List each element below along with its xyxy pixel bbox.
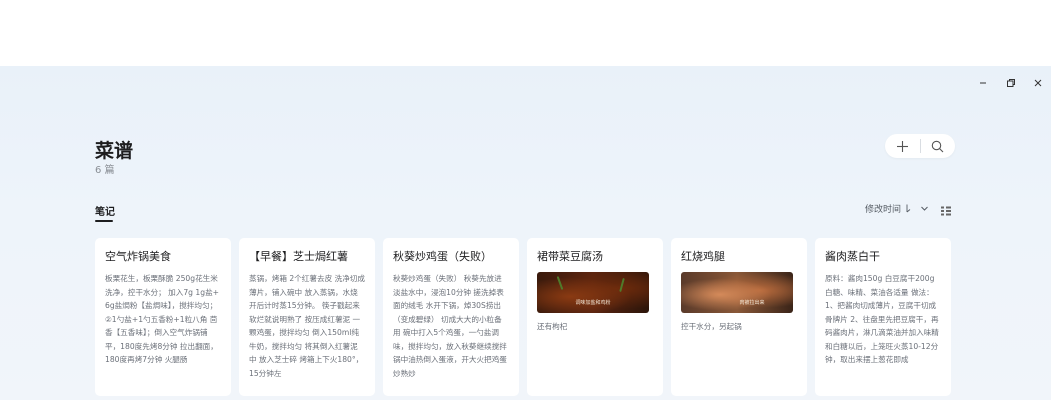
view-mode-button[interactable] xyxy=(940,202,952,216)
note-title: 红烧鸡腿 xyxy=(681,250,725,263)
note-card[interactable]: 红烧鸡腿 肉被拉出来 控干水分，另起锅 xyxy=(671,238,807,396)
minimize-icon xyxy=(980,82,986,84)
garnish-shape xyxy=(619,277,625,293)
notes-app-window: 菜谱 6 篇 笔记 修改时间 空气炸锅美食 板栗花生，板栗酥脆 250g花生米洗… xyxy=(0,66,1051,400)
note-title: 空气炸锅美食 xyxy=(105,250,171,263)
sort-direction-icon xyxy=(906,204,911,213)
note-preview: 板栗花生，板栗酥脆 250g花生米洗净，控干水分； 加入7g 1g盐+6g盐焗粉… xyxy=(105,274,220,364)
top-blank-area xyxy=(0,0,1051,66)
search-button[interactable] xyxy=(920,134,955,158)
note-card[interactable]: 秋葵炒鸡蛋（失败） 秋葵炒鸡蛋（失败） 秋葵先放进淡盐水中，浸泡10分钟 搓洗掉… xyxy=(383,238,519,396)
page-title: 菜谱 xyxy=(95,140,134,162)
sort-label: 修改时间 xyxy=(865,205,902,215)
note-title: 酱肉蒸白干 xyxy=(825,250,880,263)
note-title: 【早餐】芝士焗红薯 xyxy=(249,250,348,263)
note-preview: 蒸锅，烤箱 2个红薯去皮 洗净切成薄片，铺入碗中 放入蒸锅，水烧开后计时蒸15分… xyxy=(249,274,365,378)
thumbnail-caption: 调味加盐和鸡粉 xyxy=(575,300,611,306)
thumbnail-caption: 肉被拉出来 xyxy=(739,300,765,306)
search-icon xyxy=(931,140,944,152)
restore-icon xyxy=(1007,79,1015,87)
note-card[interactable]: 【早餐】芝士焗红薯 蒸锅，烤箱 2个红薯去皮 洗净切成薄片，铺入碗中 放入蒸锅，… xyxy=(239,238,375,396)
chevron-down-icon xyxy=(921,206,928,211)
note-thumbnail-image: 调味加盐和鸡粉 xyxy=(537,272,649,313)
minimize-button[interactable] xyxy=(972,72,994,94)
note-card[interactable]: 酱肉蒸白干 原料：酱肉150g 白豆腐干200g 白糖、味精、菜油各适量 做法：… xyxy=(815,238,951,396)
note-preview: 原料：酱肉150g 白豆腐干200g 白糖、味精、菜油各适量 做法：1、把酱肉切… xyxy=(825,274,939,364)
close-button[interactable] xyxy=(1027,72,1049,94)
note-title: 秋葵炒鸡蛋（失败） xyxy=(393,250,492,263)
restore-button[interactable] xyxy=(1000,72,1022,94)
note-preview: 控干水分，另起锅 xyxy=(681,322,742,331)
close-icon xyxy=(1034,79,1042,87)
add-note-button[interactable] xyxy=(885,134,920,158)
plus-icon xyxy=(896,140,908,152)
note-thumbnail-image: 肉被拉出来 xyxy=(681,272,793,313)
garnish-shape xyxy=(556,276,564,290)
note-title: 裙带菜豆腐汤 xyxy=(537,250,603,263)
note-preview: 秋葵炒鸡蛋（失败） 秋葵先放进淡盐水中，浸泡10分钟 搓洗掉表面的绒毛 水开下锅… xyxy=(393,274,507,378)
note-count: 6 篇 xyxy=(95,165,115,176)
tab-notes[interactable]: 笔记 xyxy=(95,203,115,218)
list-view-icon xyxy=(941,206,951,216)
note-preview: 还有枸杞 xyxy=(537,322,568,331)
note-card[interactable]: 裙带菜豆腐汤 调味加盐和鸡粉 还有枸杞 xyxy=(527,238,663,396)
sort-control[interactable]: 修改时间 xyxy=(865,202,929,215)
tab-active-indicator xyxy=(95,220,113,222)
action-pill xyxy=(885,134,955,158)
note-card[interactable]: 空气炸锅美食 板栗花生，板栗酥脆 250g花生米洗净，控干水分； 加入7g 1g… xyxy=(95,238,231,396)
